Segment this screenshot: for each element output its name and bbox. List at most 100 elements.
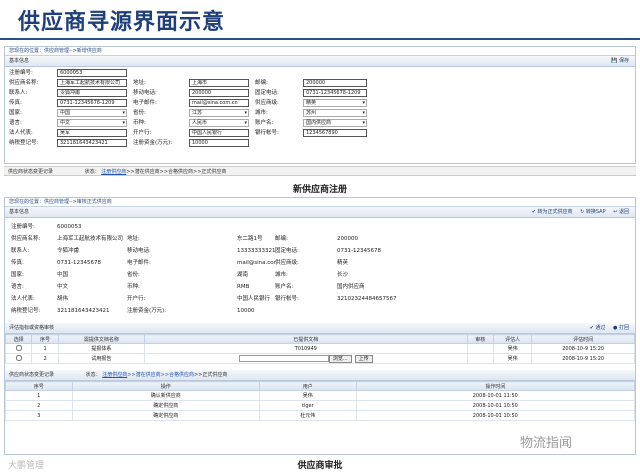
detail-value: 长沙 — [337, 272, 349, 278]
text-field[interactable]: 1234567890 — [303, 129, 367, 137]
eval-col-header: 需提供文档名称 — [57, 334, 145, 344]
file-path-input[interactable] — [238, 355, 329, 362]
text-field[interactable]: 令狐冲甫 — [57, 89, 127, 97]
approve-button[interactable]: ✔ 通过 — [590, 325, 606, 331]
log-cell: 确定供应商 — [71, 410, 260, 421]
detail-value: 上海军工起航技术有限公司 — [57, 236, 124, 242]
table-cell: 提报体系 — [57, 343, 145, 354]
watermark-right: 物流指闻 — [520, 436, 573, 451]
eval-col-header: 审核 — [466, 334, 494, 344]
detail-value: 0731-12345678 — [337, 248, 381, 254]
reject-label: 打回 — [618, 325, 629, 331]
select-field[interactable]: 苏州 — [303, 109, 367, 117]
approve-label: 通过 — [595, 325, 606, 331]
detail-value — [337, 306, 433, 317]
detail-label — [433, 306, 473, 317]
reject-button[interactable]: ● 打回 — [613, 325, 629, 331]
field-label: 固定电话: — [255, 90, 279, 96]
text-field[interactable]: 中国人民银行 — [189, 129, 249, 137]
log-flow-potential[interactable]: >>潜在供应商 — [127, 372, 160, 378]
status-text: 状态： — [84, 169, 100, 175]
select-field[interactable]: 中国 — [57, 109, 127, 117]
detail-label — [433, 294, 473, 305]
log-cell: tiger — [258, 400, 357, 411]
table-cell: 浏览... 上传 — [143, 353, 468, 364]
table-cell: 2008-10-9 15:20 — [531, 343, 635, 354]
detail-label: 电子邮件: — [127, 260, 151, 266]
text-field[interactable]: 200000 — [189, 89, 249, 97]
row-checkbox[interactable] — [15, 344, 22, 351]
text-field[interactable]: 吴军 — [57, 129, 127, 137]
field-label: 注册资金(万元): — [133, 140, 173, 146]
detail-label: 联系人: — [11, 248, 30, 254]
detail-value: 0731-12345678 — [57, 260, 101, 266]
log-cell: 3 — [5, 410, 73, 421]
detail-value: 中国人民银行 — [237, 296, 271, 302]
convert-sap-button[interactable]: ↻ 转换SAP — [580, 209, 605, 215]
log-flow-register[interactable]: 注册供应商 — [102, 372, 127, 378]
browse-button[interactable]: 浏览... — [328, 354, 352, 363]
log-cell: 1 — [5, 390, 73, 401]
table-cell: 吴伟 — [492, 343, 533, 354]
log-flow-official: >>正式供应商 — [194, 372, 228, 378]
save-button[interactable]: 💾 保存 — [611, 56, 629, 67]
field-label: 国家: — [9, 110, 22, 116]
text-field[interactable]: 10000 — [189, 139, 249, 147]
text-field[interactable]: 6000053 — [57, 69, 127, 77]
select-field[interactable]: 中文 — [57, 119, 127, 127]
text-field[interactable]: 上海市 — [189, 79, 249, 87]
detail-label: 国家: — [11, 272, 24, 278]
text-field[interactable]: 0731-12345678-1209 — [57, 99, 127, 107]
text-field[interactable]: mail@sina.com.cn — [189, 99, 249, 107]
text-field[interactable]: 上海军工起航技术有限公司 — [57, 79, 127, 87]
field-label: 城市: — [255, 110, 268, 116]
detail-value: RMB — [237, 284, 250, 290]
eval-col-header: 评估人 — [492, 334, 533, 344]
flow-step-register[interactable]: 注册供应商 — [101, 169, 126, 175]
detail-label: 地址: — [127, 236, 140, 242]
field-label: 地址: — [133, 80, 146, 86]
caption-registration: 新供应商注册 — [292, 185, 347, 195]
log-cell: 吴伟 — [258, 390, 357, 401]
detail-label: 注册编号: — [11, 224, 35, 230]
row-checkbox[interactable] — [15, 354, 22, 361]
field-label — [255, 69, 303, 78]
empty-cell — [189, 69, 255, 78]
text-field[interactable]: 0731-12345678-1209 — [303, 89, 367, 97]
text-field[interactable]: 200000 — [303, 79, 367, 87]
detail-label: 邮编: — [275, 236, 288, 242]
upload-button[interactable]: 上传 — [354, 354, 373, 363]
detail-value: 中文 — [57, 284, 69, 290]
detail-value — [473, 246, 585, 257]
field-label — [373, 79, 413, 88]
select-field[interactable]: 江苏 — [189, 109, 249, 117]
convert-official-label: 转为正式供应商 — [537, 209, 573, 215]
audit-panel: 您现在的位置：供应商管理-->审核正式供应商 基本信息 ✔ 转为正式供应商 ↻ … — [4, 197, 636, 455]
flow-step-qualified: >>合格供应商 — [159, 169, 194, 175]
return-label: 退回 — [618, 209, 629, 215]
caption-audit: 供应商审批 — [297, 461, 343, 471]
table-cell — [466, 343, 494, 354]
audit-actions: ✔ 转为正式供应商 ↻ 转换SAP ↩ 退回 — [532, 207, 629, 218]
detail-value — [473, 294, 585, 305]
select-field[interactable]: 人民币 — [189, 119, 249, 127]
breadcrumb: 您现在的位置：供应商管理-->新增供应商 — [5, 47, 635, 56]
select-field[interactable]: 国内供应商 — [303, 119, 367, 127]
select-field[interactable]: 精英 — [303, 99, 367, 107]
registration-form: 注册编号: 6000053 供应商名称: 上海军工起航技术有限公司 地址: 上海市 邮编: 2… — [5, 67, 635, 150]
table-cell — [4, 343, 33, 354]
field-label: 开户行: — [133, 130, 152, 136]
page-title: 供应商寻源界面示意 — [18, 10, 226, 35]
detail-value: 令狐冲甫 — [57, 248, 80, 254]
field-label: 币种: — [133, 120, 146, 126]
breadcrumb-audit: 您现在的位置：供应商管理-->审核正式供应商 — [5, 198, 635, 207]
table-cell: 吴伟 — [492, 353, 533, 364]
field-label: 传真: — [9, 100, 22, 106]
log-flow-qualified[interactable]: >>合格供应商 — [161, 372, 194, 378]
detail-value: 321181643423421 — [57, 308, 110, 314]
detail-label: 语言: — [11, 284, 24, 290]
return-button[interactable]: ↩ 退回 — [613, 209, 629, 215]
text-field[interactable]: 321181643423421 — [57, 139, 127, 147]
convert-official-button[interactable]: ✔ 转为正式供应商 — [532, 209, 573, 215]
detail-value — [473, 282, 585, 293]
